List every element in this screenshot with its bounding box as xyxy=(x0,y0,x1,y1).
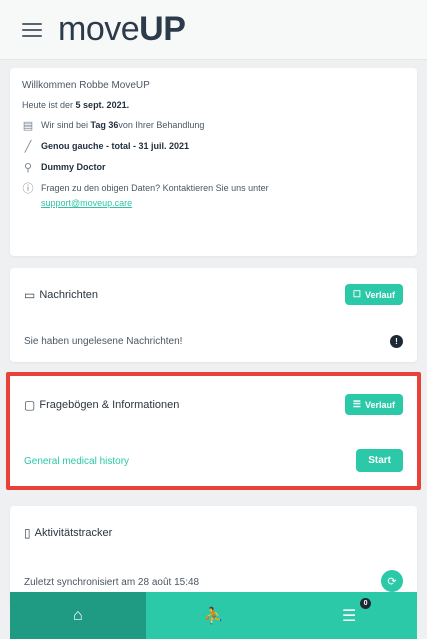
questionnaires-history-label: Verlauf xyxy=(364,399,395,410)
history-icon: ☐ xyxy=(352,289,361,299)
messages-card: ▭ Nachrichten ☐ Verlauf Sie haben ungele… xyxy=(10,268,417,362)
exercise-icon: ⛹ xyxy=(203,607,224,625)
messages-title-text: Nachrichten xyxy=(39,288,99,301)
nav-badge: 0 xyxy=(360,598,372,609)
questionnaires-title-text: Fragebögen & Informationen xyxy=(39,398,180,411)
nav-exercise[interactable]: ⛹ xyxy=(146,592,282,639)
activity-card: ▯ Aktivitätstracker Zuletzt synchronisie… xyxy=(10,506,417,606)
messages-history-label: Verlauf xyxy=(364,289,395,300)
doctor-name: Dummy Doctor xyxy=(41,162,106,172)
app-logo: moveUP xyxy=(58,10,186,49)
day-prefix: Wir sind bei xyxy=(41,120,89,130)
nav-list[interactable]: ☰ 0 xyxy=(281,592,417,639)
app-header: moveUP xyxy=(0,0,427,60)
questionnaires-card: ▢ Fragebögen & Informationen ☰ Verlauf G… xyxy=(6,372,421,490)
calendar-icon: ▤ xyxy=(22,119,34,132)
doctor-line: ⚲ Dummy Doctor xyxy=(22,161,405,174)
day-suffix: von Ihrer Behandlung xyxy=(118,120,205,130)
unread-badge: ! xyxy=(390,335,403,348)
contact-link[interactable]: support@moveup.care xyxy=(41,198,405,208)
surgery-line: ╱ Genou gauche - total - 31 juil. 2021 xyxy=(22,140,405,153)
menu-icon[interactable] xyxy=(22,22,42,37)
welcome-greeting: Willkommen Robbe MoveUP xyxy=(22,80,150,91)
home-icon: ⌂ xyxy=(73,606,83,624)
chat-icon: ▭ xyxy=(24,287,36,302)
list-nav-icon: ☰ xyxy=(342,607,357,625)
watch-icon: ▯ xyxy=(24,526,31,540)
treatment-day-line: ▤ Wir sind bei Tag 36 von Ihrer Behandlu… xyxy=(22,119,405,132)
nav-home[interactable]: ⌂ xyxy=(10,592,146,639)
questionnaires-title: ▢ Fragebögen & Informationen xyxy=(24,398,179,412)
pen-icon: ╱ xyxy=(24,140,32,153)
sync-text: Zuletzt synchronisiert am 28 août 15:48 xyxy=(24,576,200,588)
questions-line: ⓘ Fragen zu den obigen Daten? Kontaktier… xyxy=(22,182,405,195)
questions-text: Fragen zu den obigen Daten? Kontaktieren… xyxy=(41,183,269,193)
today-date: 5 sept. 2021. xyxy=(75,100,130,110)
welcome-card: Willkommen Robbe MoveUP Heute ist der 5 … xyxy=(10,68,417,256)
list-icon: ☰ xyxy=(352,399,361,409)
start-button[interactable]: Start xyxy=(356,449,403,472)
sync-icon[interactable]: ⟳ xyxy=(381,570,403,592)
day-value: Tag 36 xyxy=(90,120,119,130)
folder-icon: ▢ xyxy=(24,397,36,412)
activity-title-text: Aktivitätstracker xyxy=(34,527,113,539)
person-icon: ⚲ xyxy=(23,161,33,174)
activity-title: ▯ Aktivitätstracker xyxy=(24,526,403,540)
surgery-text: Genou gauche - total - 31 juil. 2021 xyxy=(41,141,190,151)
today-line: Heute ist der 5 sept. 2021. xyxy=(22,100,405,110)
questionnaires-history-button[interactable]: ☰ Verlauf xyxy=(344,394,403,415)
unread-messages-text: Sie haben ungelesene Nachrichten! xyxy=(24,336,183,347)
messages-history-button[interactable]: ☐ Verlauf xyxy=(344,284,403,305)
logo-bold: UP xyxy=(139,10,186,48)
help-icon: ⓘ xyxy=(22,183,34,195)
questionnaire-item[interactable]: General medical history xyxy=(24,456,129,467)
messages-title: ▭ Nachrichten xyxy=(24,288,98,302)
bottom-nav: ⌂ ⛹ ☰ 0 xyxy=(10,592,417,639)
logo-light: move xyxy=(58,10,140,48)
today-prefix: Heute ist der xyxy=(22,100,74,110)
